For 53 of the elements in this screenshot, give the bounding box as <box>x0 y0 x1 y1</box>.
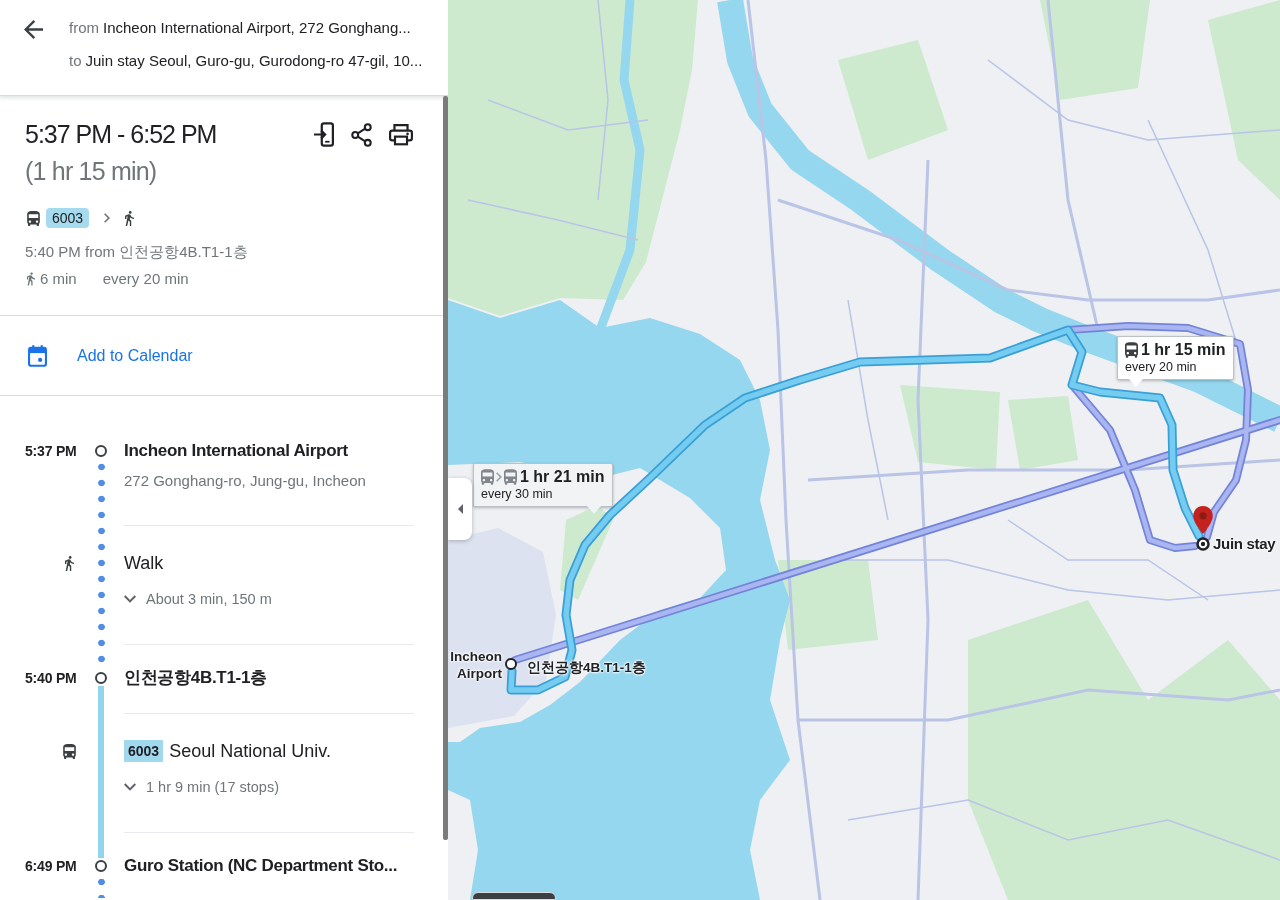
step-details-toggle[interactable]: 1 hr 9 min (17 stops) <box>124 776 279 798</box>
add-to-calendar-link[interactable]: Add to Calendar <box>77 343 193 368</box>
destination-pin-icon[interactable] <box>1193 506 1213 534</box>
scrollbar[interactable] <box>443 96 448 840</box>
stop-name: 인천공항4B.T1-1층 <box>124 667 268 689</box>
destination-marker-icon <box>1196 537 1210 551</box>
bus-icon <box>27 210 40 226</box>
stop-name: Guro Station (NC Department Sto... <box>124 855 399 877</box>
walking-person-icon <box>125 210 135 226</box>
bus-icon <box>1125 342 1138 358</box>
bus-icon <box>504 469 517 485</box>
chevron-right-icon <box>496 472 502 482</box>
arrival-time: 5:37 PM <box>25 442 77 461</box>
trip-duration: (1 hr 15 min) <box>25 156 158 187</box>
stop-label: 인천공항4B.T1-1층 <box>527 659 646 677</box>
route-frequency: every 20 min <box>1125 360 1198 375</box>
stop-marker-icon <box>95 860 107 872</box>
route-prefix-label: from <box>69 18 99 39</box>
route-prefix-label: to <box>69 51 82 72</box>
origin-label: Incheon Airport <box>449 648 502 682</box>
route-duration: 1 hr 15 min <box>1141 340 1226 360</box>
route-number-badge: 6003 <box>46 208 90 228</box>
calendar-icon[interactable] <box>28 344 47 367</box>
origin-address: Incheon International Airport, 272 Gonghang... <box>103 18 411 39</box>
send-to-phone-icon[interactable] <box>314 122 334 147</box>
departure-info: 5:40 PM from 인천공항4B.T1-1층 <box>25 242 249 262</box>
route-frequency: every 30 min <box>481 487 554 502</box>
chevron-right-icon <box>104 213 111 223</box>
stop-address: 272 Gonghang-ro, Jung-gu, Incheon <box>124 471 367 491</box>
stop-name: Incheon International Airport <box>124 440 349 462</box>
bus-icon <box>62 743 76 759</box>
walking-person-icon <box>64 555 74 571</box>
time-range-text: 5:37 PM - 6:52 PM <box>25 119 217 150</box>
arrival-time: 6:49 PM <box>25 857 77 876</box>
route-destination: Seoul National Univ. <box>169 740 331 763</box>
step-details-toggle[interactable]: About 3 min, 150 m <box>124 588 272 610</box>
destination-address: Juin stay Seoul, Guro-gu, Gurodong-ro 47-gil, 10... <box>85 51 423 72</box>
back-arrow-icon[interactable] <box>24 20 43 39</box>
arrival-time: 5:40 PM <box>25 669 77 688</box>
caret-left-icon <box>457 504 463 514</box>
map-layers-button[interactable] <box>472 892 556 900</box>
destination-label: Juin stay <box>1213 534 1276 554</box>
stop-marker-icon <box>95 445 107 457</box>
stop-marker-icon <box>95 672 107 684</box>
bus-icon <box>481 469 494 485</box>
route-duration: 1 hr 21 min <box>520 467 605 487</box>
step-title: Walk <box>124 552 164 575</box>
bus-frequency: every 20 min <box>102 269 189 289</box>
share-icon[interactable] <box>351 122 372 147</box>
walking-person-icon <box>27 272 35 286</box>
route-number-badge: 6003 <box>124 740 164 762</box>
walking-time: 6 min <box>40 269 77 289</box>
printer-icon[interactable] <box>389 123 413 146</box>
